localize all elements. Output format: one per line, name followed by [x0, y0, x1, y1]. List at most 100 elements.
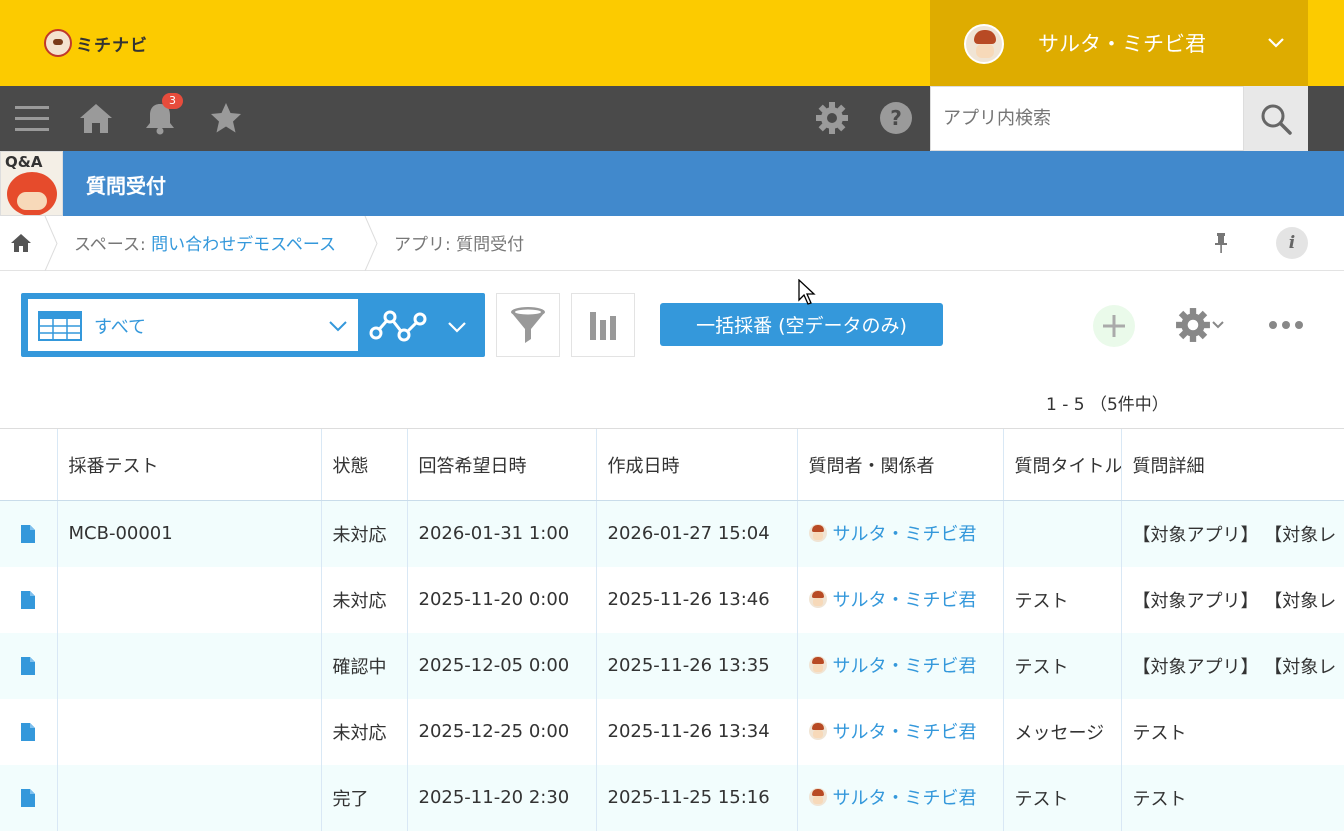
- breadcrumb-space-prefix: スペース:: [74, 235, 152, 255]
- cell-title: テスト: [1002, 566, 1121, 633]
- document-icon[interactable]: [20, 788, 36, 808]
- cell-status: 確認中: [320, 632, 407, 699]
- cell-person: サルタ・ミチビ君: [796, 500, 1003, 567]
- app-settings-button[interactable]: [1168, 303, 1232, 347]
- menu-icon[interactable]: [14, 100, 50, 136]
- column-header[interactable]: 質問詳細: [1120, 428, 1344, 501]
- record-detail-link[interactable]: [0, 500, 57, 567]
- column-header[interactable]: 質問者・関係者: [796, 428, 1003, 501]
- app-title[interactable]: 質問受付: [86, 170, 166, 199]
- logo[interactable]: ミチナビ: [44, 28, 148, 58]
- cell-title: テスト: [1002, 632, 1121, 699]
- user-avatar-icon: [808, 590, 827, 608]
- document-icon[interactable]: [20, 656, 36, 676]
- cell-number: MCB-00001: [56, 500, 321, 567]
- breadcrumb-space-link[interactable]: 問い合わせデモスペース: [151, 235, 336, 255]
- records-table: 採番テスト 状態 回答希望日時 作成日時 質問者・関係者 質問タイトル 質問詳細…: [0, 428, 1344, 831]
- user-avatar-icon: [808, 722, 827, 740]
- star-icon[interactable]: [208, 100, 244, 136]
- cell-created-datetime: 2026-01-27 15:04: [595, 500, 797, 567]
- cell-title: メッセージ: [1002, 698, 1121, 765]
- table-row[interactable]: 完了 2025-11-20 2:30 2025-11-25 15:16 サルタ・ミチビ…: [0, 764, 1344, 831]
- app-icon-label: Q&A: [5, 153, 43, 171]
- user-name: サルタ・ミチビ君: [832, 524, 977, 546]
- breadcrumb-separator: [364, 216, 378, 271]
- user-link[interactable]: サルタ・ミチビ君: [808, 784, 977, 810]
- table-icon: [38, 311, 82, 341]
- mouse-cursor: [798, 279, 816, 305]
- column-header[interactable]: 作成日時: [595, 428, 797, 501]
- cell-status: 未対応: [320, 566, 407, 633]
- cell-title: テスト: [1002, 764, 1121, 831]
- view-selector[interactable]: すべて: [28, 299, 358, 351]
- cell-desired-datetime: 2025-11-20 0:00: [406, 566, 596, 633]
- bar-chart-icon: [590, 312, 616, 340]
- view-selector-label: すべて: [94, 317, 147, 338]
- record-detail-link[interactable]: [0, 764, 57, 831]
- bulk-numbering-button[interactable]: 一括採番 (空データのみ): [660, 303, 943, 346]
- record-detail-link[interactable]: [0, 699, 57, 765]
- table-row[interactable]: 未対応 2025-11-20 0:00 2025-11-26 13:46 サルタ・ミチ…: [0, 566, 1344, 633]
- breadcrumb-space: スペース: 問い合わせデモスペース: [74, 230, 336, 255]
- user-link[interactable]: サルタ・ミチビ君: [808, 718, 977, 744]
- app-icon: Q&A: [0, 151, 63, 216]
- home-icon[interactable]: [10, 232, 32, 254]
- home-icon[interactable]: [78, 100, 114, 136]
- notification-badge: 3: [162, 93, 183, 109]
- user-name: サルタ・ミチビ君: [832, 788, 977, 809]
- info-icon[interactable]: i: [1276, 227, 1308, 259]
- user-name: サルタ・ミチビ君: [832, 722, 977, 743]
- cell-status: 未対応: [320, 500, 407, 567]
- document-icon[interactable]: [20, 524, 36, 544]
- breadcrumb-app: アプリ: 質問受付: [394, 235, 525, 255]
- filter-button[interactable]: [496, 293, 560, 357]
- chevron-down-icon: [1268, 38, 1284, 48]
- column-header[interactable]: 回答希望日時: [406, 428, 596, 501]
- cell-detail: 【対象アプリ】 【対象レ: [1120, 632, 1344, 699]
- document-icon[interactable]: [20, 590, 36, 610]
- user-name: サルタ・ミチビ君: [1038, 32, 1206, 56]
- graph-icon[interactable]: [368, 303, 428, 347]
- table-row[interactable]: 確認中 2025-12-05 0:00 2025-11-26 13:35 サルタ・ミチ…: [0, 632, 1344, 699]
- chevron-down-icon[interactable]: [446, 316, 468, 338]
- user-link[interactable]: サルタ・ミチビ君: [808, 520, 977, 546]
- cell-number: [56, 566, 321, 633]
- cell-number: [56, 764, 321, 831]
- app-mascot-icon: [7, 172, 57, 215]
- record-detail-link[interactable]: [0, 632, 57, 699]
- user-avatar-icon: [808, 788, 827, 806]
- user-menu[interactable]: サルタ・ミチビ君: [930, 0, 1308, 86]
- gear-icon: [1176, 308, 1210, 342]
- document-icon[interactable]: [20, 722, 36, 742]
- cell-desired-datetime: 2025-11-20 2:30: [406, 764, 596, 831]
- logo-text: ミチナビ: [76, 35, 148, 56]
- help-icon[interactable]: ?: [878, 100, 914, 136]
- record-detail-link[interactable]: [0, 567, 57, 633]
- table-row[interactable]: MCB-00001 未対応 2026-01-31 1:00 2026-01-27 15…: [0, 500, 1344, 567]
- cell-title: [1002, 500, 1121, 567]
- plus-icon: [1103, 315, 1125, 337]
- user-link[interactable]: サルタ・ミチビ君: [808, 652, 977, 678]
- more-icon: [1269, 321, 1303, 329]
- more-options-button[interactable]: [1262, 308, 1310, 342]
- column-header[interactable]: 採番テスト: [56, 428, 321, 501]
- search-button[interactable]: [1244, 86, 1308, 151]
- pin-icon[interactable]: [1212, 232, 1230, 254]
- add-record-button[interactable]: [1093, 305, 1135, 347]
- table-row[interactable]: 未対応 2025-12-25 0:00 2025-11-26 13:34 サルタ・ミチ…: [0, 698, 1344, 765]
- cell-created-datetime: 2025-11-26 13:46: [595, 566, 797, 633]
- column-header[interactable]: 質問タイトル: [1002, 428, 1121, 501]
- app-search-input[interactable]: [930, 86, 1244, 151]
- app-header: [0, 151, 1344, 216]
- cell-desired-datetime: 2026-01-31 1:00: [406, 500, 596, 567]
- cell-created-datetime: 2025-11-25 15:16: [595, 764, 797, 831]
- column-header[interactable]: 状態: [320, 428, 407, 501]
- svg-text:?: ?: [890, 106, 902, 130]
- cell-number: [56, 698, 321, 765]
- chevron-down-icon: [1212, 321, 1224, 329]
- cell-created-datetime: 2025-11-26 13:35: [595, 632, 797, 699]
- cell-status: 未対応: [320, 698, 407, 765]
- user-link[interactable]: サルタ・ミチビ君: [808, 586, 977, 612]
- gear-icon[interactable]: [814, 100, 850, 136]
- graph-button[interactable]: [571, 293, 635, 357]
